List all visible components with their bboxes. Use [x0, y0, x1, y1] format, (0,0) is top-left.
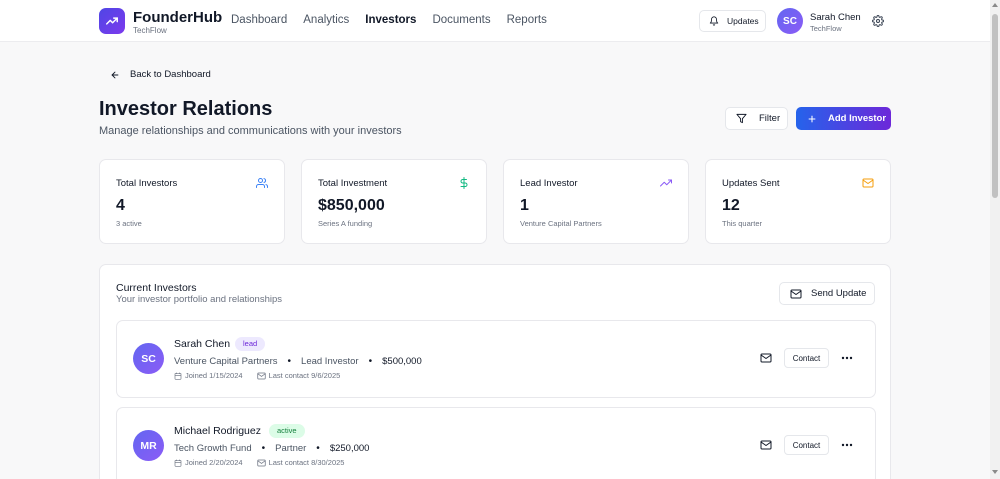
scrollbar[interactable]: [990, 0, 1000, 479]
bell-icon: [709, 16, 719, 26]
nav-investors[interactable]: Investors: [365, 14, 416, 26]
investor-role: Partner: [275, 443, 307, 454]
stat-card-total-investment: Total Investment $850,000 Series A fundi…: [301, 159, 487, 244]
stat-sub: This quarter: [722, 219, 763, 228]
back-label: Back to Dashboard: [130, 69, 211, 80]
trending-up-icon: [106, 17, 118, 25]
user-company: TechFlow: [810, 24, 842, 33]
mail-icon: [862, 178, 874, 188]
main-nav: Dashboard Analytics Investors Documents …: [231, 14, 547, 26]
add-investor-label: Add Investor: [828, 113, 887, 124]
scroll-up-arrow-icon[interactable]: [992, 3, 998, 7]
users-icon: [256, 178, 268, 188]
stat-label: Total Investors: [116, 178, 178, 189]
brand-company: TechFlow: [133, 26, 167, 35]
send-update-label: Send Update: [811, 288, 867, 299]
investor-amount: $250,000: [329, 443, 370, 454]
page-title: Investor Relations: [99, 98, 273, 120]
mail-icon[interactable]: [760, 440, 772, 450]
trending-up-icon: [660, 179, 672, 187]
brand-logo[interactable]: [99, 8, 125, 34]
dollar-icon: [460, 177, 468, 189]
filter-icon: [736, 113, 747, 124]
panel-title: Current Investors: [116, 282, 197, 294]
more-horizontal-icon[interactable]: [841, 443, 853, 447]
arrow-left-icon: [111, 71, 119, 78]
separator-dot: •: [261, 443, 266, 454]
nav-dashboard[interactable]: Dashboard: [231, 14, 287, 26]
mail-icon: [790, 289, 802, 298]
current-investors-panel: Current Investors Your investor portfoli…: [99, 264, 891, 479]
more-horizontal-icon[interactable]: [841, 356, 853, 360]
investor-name: Sarah Chen: [174, 338, 231, 350]
updates-button[interactable]: Updates: [699, 10, 766, 32]
stat-value: 12: [722, 197, 740, 214]
separator-dot: •: [287, 356, 292, 367]
filter-label: Filter: [759, 113, 781, 124]
contact-button[interactable]: Contact: [784, 348, 829, 368]
investor-meta: Tech Growth Fund • Partner • $250,000: [174, 443, 369, 454]
stat-label: Updates Sent: [722, 178, 780, 189]
user-avatar[interactable]: SC: [777, 8, 803, 34]
investor-firm: Tech Growth Fund: [174, 443, 252, 454]
investor-dates: Joined 2/20/2024 Last contact 8/30/2025: [174, 458, 344, 467]
stat-sub: 3 active: [116, 219, 142, 228]
brand-name: FounderHub: [133, 9, 223, 26]
joined-date: Joined 2/20/2024: [185, 458, 243, 467]
stat-value: 1: [520, 197, 529, 214]
stat-value: 4: [116, 197, 125, 214]
calendar-icon: [174, 459, 182, 467]
add-investor-button[interactable]: Add Investor: [796, 107, 891, 130]
contact-button[interactable]: Contact: [784, 435, 829, 455]
stat-card-updates-sent: Updates Sent 12 This quarter: [705, 159, 891, 244]
investor-card[interactable]: SC Sarah Chen lead Venture Capital Partn…: [116, 320, 876, 398]
nav-analytics[interactable]: Analytics: [303, 14, 349, 26]
send-update-button[interactable]: Send Update: [779, 282, 875, 305]
stat-value: $850,000: [318, 197, 385, 214]
mail-icon[interactable]: [760, 353, 772, 363]
stat-label: Lead Investor: [520, 178, 578, 189]
scroll-down-arrow-icon[interactable]: [992, 470, 998, 474]
panel-subtitle: Your investor portfolio and relationship…: [116, 294, 282, 305]
scroll-thumb[interactable]: [992, 14, 998, 198]
updates-label: Updates: [727, 16, 759, 26]
investor-amount: $500,000: [382, 356, 422, 367]
nav-documents[interactable]: Documents: [432, 14, 490, 26]
mail-icon: [256, 459, 266, 466]
top-header: FounderHub TechFlow Dashboard Analytics …: [0, 0, 990, 42]
plus-icon: [808, 115, 816, 122]
investor-meta: Venture Capital Partners • Lead Investor…: [174, 356, 422, 367]
separator-dot: •: [368, 356, 373, 367]
filter-button[interactable]: Filter: [725, 107, 788, 130]
stat-sub: Venture Capital Partners: [520, 219, 602, 228]
separator-dot: •: [316, 443, 320, 454]
investor-avatar: SC: [133, 343, 164, 374]
nav-reports[interactable]: Reports: [507, 14, 547, 26]
joined-date: Joined 1/15/2024: [185, 371, 243, 380]
stat-card-lead-investor: Lead Investor 1 Venture Capital Partners: [503, 159, 689, 244]
stat-card-total-investors: Total Investors 4 3 active: [99, 159, 285, 244]
status-badge: lead: [235, 337, 266, 351]
user-name: Sarah Chen: [810, 12, 861, 23]
page-subtitle: Manage relationships and communications …: [99, 125, 402, 137]
gear-icon[interactable]: [872, 15, 884, 27]
stat-label: Total Investment: [318, 178, 388, 189]
last-contact-date: Last contact 9/6/2025: [268, 371, 341, 380]
investor-dates: Joined 1/15/2024 Last contact 9/6/2025: [174, 371, 340, 380]
last-contact-date: Last contact 8/30/2025: [268, 458, 345, 467]
stat-sub: Series A funding: [318, 219, 373, 228]
status-badge: active: [269, 424, 305, 438]
investor-role: Lead Investor: [301, 356, 359, 367]
mail-icon: [256, 372, 266, 379]
back-to-dashboard-link[interactable]: Back to Dashboard: [110, 69, 211, 80]
investor-avatar: MR: [133, 430, 164, 461]
calendar-icon: [174, 372, 182, 380]
investor-card[interactable]: MR Michael Rodriguez active Tech Growth …: [116, 407, 876, 479]
investor-name: Michael Rodriguez: [174, 425, 261, 437]
investor-firm: Venture Capital Partners: [174, 356, 278, 367]
